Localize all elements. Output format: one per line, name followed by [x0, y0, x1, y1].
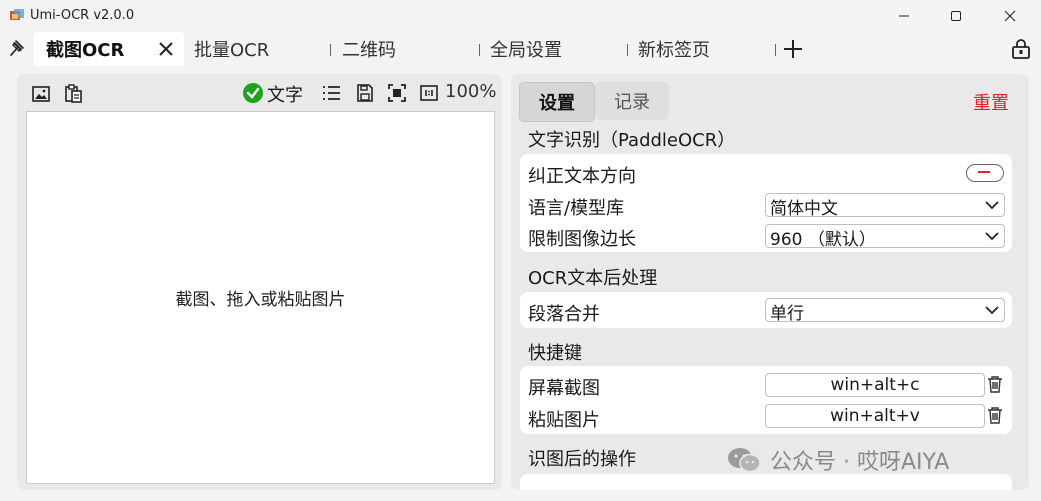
ocr-settings-card: 纠正文本方向 语言/模型库 简体中文 限制图像边长 960 （默认）	[520, 154, 1012, 252]
tab-settings[interactable]: 设置	[519, 82, 595, 122]
close-tab-icon[interactable]	[156, 39, 176, 59]
tab-label: 全局设置	[490, 40, 562, 61]
merge-select[interactable]: 单行	[765, 298, 1005, 324]
settings-panel: 设置 记录 重置 文字识别（PaddleOCR） 纠正文本方向 语言/模型库 简…	[511, 74, 1029, 490]
fix-direction-label: 纠正文本方向	[528, 166, 636, 187]
window-title: Umi-OCR v2.0.0	[30, 8, 135, 23]
fit-screen-icon[interactable]	[387, 83, 407, 103]
image-icon[interactable]	[31, 84, 51, 104]
chevron-down-icon	[985, 201, 999, 210]
watermark-text: 公众号 · 哎呀AIYA	[770, 450, 950, 475]
tab-label: 新标签页	[638, 40, 710, 61]
drop-hint-text: 截图、拖入或粘贴图片	[175, 290, 346, 310]
watermark: 公众号 · 哎呀AIYA	[726, 444, 949, 476]
post-processing-card: 段落合并 单行	[520, 292, 1012, 328]
tab-label: 截图OCR	[46, 40, 125, 61]
zoom-level: 100%	[445, 81, 497, 102]
wechat-logo-icon	[728, 448, 761, 473]
tab-global-settings[interactable]: 全局设置	[490, 32, 562, 66]
title-bar: Umi-OCR v2.0.0	[0, 0, 1041, 32]
fix-direction-switch[interactable]	[966, 164, 1004, 182]
actual-size-icon[interactable]	[419, 83, 439, 103]
tab-label: 二维码	[342, 40, 396, 61]
after-actions-card	[520, 474, 1012, 490]
limit-size-select[interactable]: 960 （默认）	[765, 224, 1005, 250]
tab-separator	[775, 44, 776, 56]
screenshot-hotkey-field[interactable]: win+alt+c	[765, 373, 985, 397]
maximize-button[interactable]	[933, 0, 979, 32]
switch-off-indicator	[978, 171, 990, 173]
tab-separator	[479, 44, 480, 56]
text-toggle-label[interactable]: 文字	[267, 81, 303, 107]
close-window-button[interactable]	[987, 0, 1033, 32]
group-title-after: 识图后的操作	[528, 449, 636, 470]
add-tab-icon[interactable]	[782, 38, 804, 60]
group-title-ocr: 文字识别（PaddleOCR）	[528, 130, 736, 151]
list-icon[interactable]	[321, 83, 341, 103]
paste-hotkey-field[interactable]: win+alt+v	[765, 404, 985, 428]
image-panel: 文字 100% 截图、拖入或粘贴图片	[17, 74, 502, 490]
reset-button[interactable]: 重置	[973, 89, 1009, 115]
pin-icon[interactable]	[8, 38, 28, 60]
group-title-post: OCR文本后处理	[528, 268, 658, 289]
tab-separator	[627, 44, 628, 56]
save-icon[interactable]	[355, 83, 375, 103]
language-select[interactable]: 简体中文	[765, 193, 1005, 219]
close-icon	[1004, 10, 1016, 22]
language-value: 简体中文	[770, 199, 838, 219]
trash-icon[interactable]	[986, 405, 1004, 425]
tab-label: 批量OCR	[194, 40, 270, 61]
tab-new-tab[interactable]: 新标签页	[638, 32, 710, 66]
checkmark-icon	[246, 87, 260, 99]
group-title-hotkeys: 快捷键	[528, 343, 582, 364]
image-drop-area[interactable]: 截图、拖入或粘贴图片	[26, 111, 495, 484]
tab-bar: 截图OCR 批量OCR 二维码 全局设置 新标签页	[0, 32, 1041, 66]
tab-batch-ocr[interactable]: 批量OCR	[194, 32, 269, 66]
language-label: 语言/模型库	[528, 198, 625, 219]
limit-size-value: 960 （默认）	[770, 230, 876, 250]
limit-size-label: 限制图像边长	[528, 229, 636, 250]
app-logo-icon	[10, 9, 24, 20]
paste-hotkey-label: 粘贴图片	[528, 410, 600, 431]
lock-icon[interactable]	[1010, 38, 1032, 60]
trash-icon[interactable]	[986, 374, 1004, 394]
merge-value: 单行	[770, 304, 804, 324]
tab-qrcode[interactable]: 二维码	[342, 32, 396, 66]
minimize-icon	[899, 15, 909, 17]
screenshot-hotkey-label: 屏幕截图	[528, 378, 600, 399]
tab-record[interactable]: 记录	[595, 82, 669, 120]
minimize-button[interactable]	[881, 0, 927, 32]
maximize-icon	[951, 11, 961, 21]
chevron-down-icon	[985, 306, 999, 315]
hotkeys-card: 屏幕截图 win+alt+c 粘贴图片 win+alt+v	[520, 366, 1012, 434]
paste-icon[interactable]	[63, 83, 83, 103]
tab-screenshot-ocr[interactable]: 截图OCR	[34, 32, 184, 66]
text-toggle-check-icon[interactable]	[243, 83, 263, 103]
tab-separator	[330, 44, 331, 56]
chevron-down-icon	[985, 232, 999, 241]
merge-label: 段落合并	[528, 304, 600, 325]
